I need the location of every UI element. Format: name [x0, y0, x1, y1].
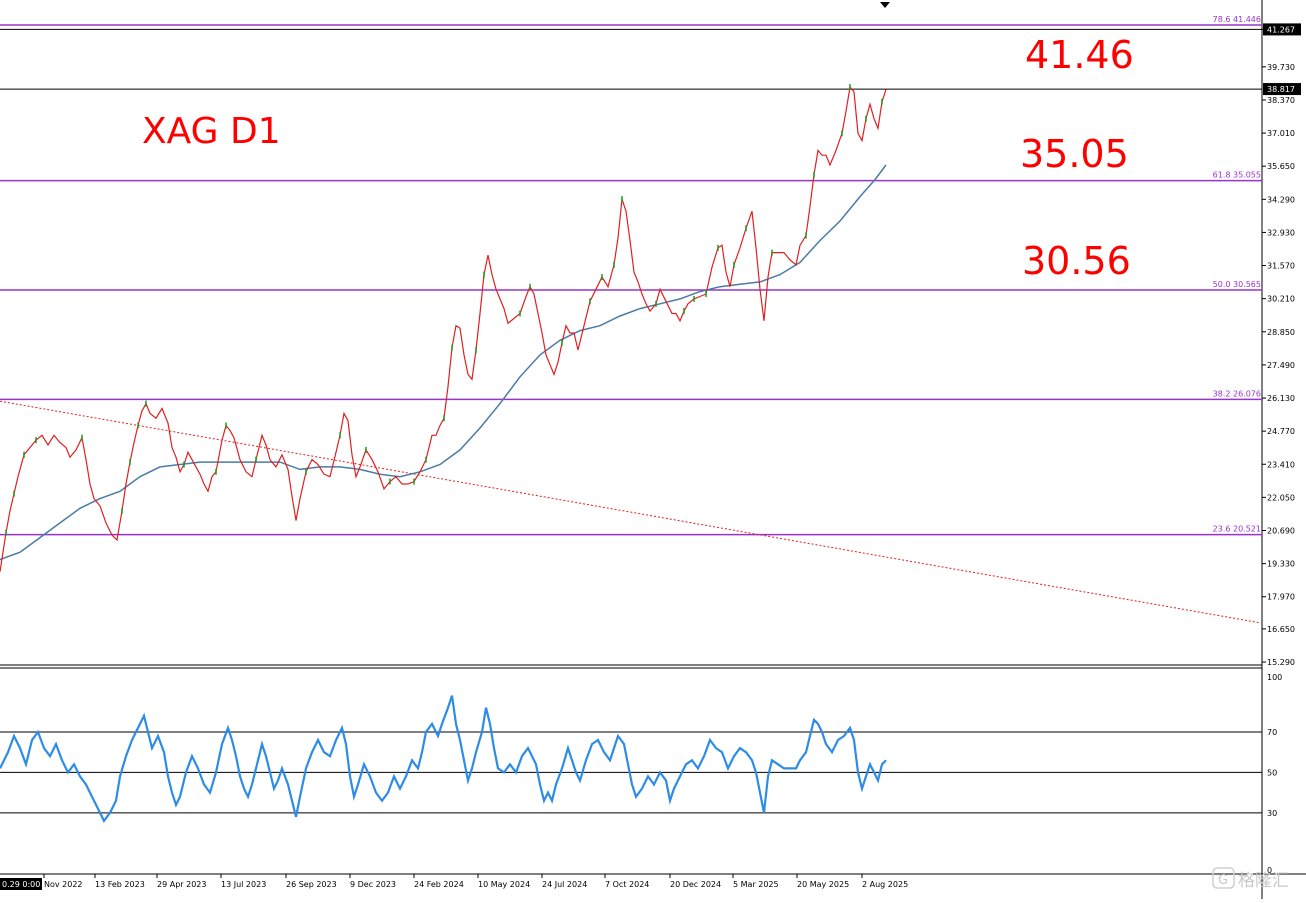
x-tick-label-9: 7 Oct 2024 [605, 880, 649, 889]
y-tick-label-5: 34.290 [1267, 195, 1295, 204]
x-tick-label-12: 20 May 2025 [797, 880, 849, 889]
osc-tick-label-2: 50 [1267, 768, 1277, 777]
x-tick-label-4: 26 Sep 2023 [286, 880, 337, 889]
x-tick-label-0: Nov 2022 [44, 880, 83, 889]
y-tick-label-10: 27.490 [1267, 361, 1295, 370]
annotation-41-46: 41.46 [1025, 33, 1134, 77]
y-tick-label-7: 31.570 [1267, 262, 1295, 271]
y-tick-label-19: 15.290 [1267, 658, 1295, 667]
y-tick-label-8: 30.210 [1267, 295, 1295, 304]
y-tick-label-15: 20.690 [1267, 526, 1295, 535]
svg-text:G: G [1218, 873, 1228, 888]
x-tick-label-3: 13 Jul 2023 [221, 880, 266, 889]
y-tick-label-4: 35.650 [1267, 162, 1295, 171]
y-tick-label-1: 39.730 [1267, 63, 1295, 72]
fib-label-1: 61.8 35.055 [1213, 171, 1261, 180]
current-price-tag: 38.817 [1267, 85, 1295, 94]
y-tick-label-13: 23.410 [1267, 460, 1295, 469]
y-tick-label-18: 16.650 [1267, 625, 1295, 634]
y-tick-label-11: 26.130 [1267, 394, 1295, 403]
y-tick-label-14: 22.050 [1267, 493, 1295, 502]
x-tick-label-6: 24 Feb 2024 [414, 880, 464, 889]
y-tick-label-17: 17.970 [1267, 593, 1295, 602]
chart-canvas[interactable]: 78.6 41.446 61.8 35.055 50.0 30.565 38.2 26… [0, 0, 1306, 899]
high-marker-tag: 41.267 [1267, 25, 1295, 34]
osc-tick-label-1: 70 [1267, 728, 1277, 737]
chart-title: XAG D1 [142, 111, 281, 152]
y-tick-label-6: 32.930 [1267, 228, 1295, 237]
osc-tick-label-3: 30 [1267, 809, 1277, 818]
annotation-30-56: 30.56 [1022, 239, 1131, 283]
y-tick-label-3: 37.010 [1267, 129, 1295, 138]
y-tick-label-9: 28.850 [1267, 328, 1295, 337]
x-tick-label-8: 24 Jul 2024 [542, 880, 587, 889]
x-tick-label-7: 10 May 2024 [478, 880, 530, 889]
x-tick-label-10: 20 Dec 2024 [670, 880, 721, 889]
x-tick-label-1: 13 Feb 2023 [95, 880, 145, 889]
fib-label-4: 23.6 20.521 [1213, 525, 1261, 534]
x-start-label: 0.29 0:00 [2, 880, 40, 889]
fib-label-3: 38.2 26.076 [1213, 389, 1261, 398]
x-tick-label-11: 5 Mar 2025 [733, 880, 779, 889]
fib-label-2: 50.0 30.565 [1213, 280, 1261, 289]
x-tick-label-2: 29 Apr 2023 [157, 880, 206, 889]
svg-text:格隆汇: 格隆汇 [1238, 871, 1289, 891]
x-tick-label-5: 9 Dec 2023 [350, 880, 396, 889]
y-tick-label-2: 38.370 [1267, 96, 1295, 105]
fib-label-0: 78.6 41.446 [1213, 15, 1261, 24]
y-tick-label-12: 24.770 [1267, 427, 1295, 436]
osc-tick-label-0: 100 [1267, 673, 1282, 682]
annotation-35-05: 35.05 [1020, 132, 1129, 176]
chart-window[interactable]: 78.6 41.446 61.8 35.055 50.0 30.565 38.2 26… [0, 0, 1306, 899]
y-tick-label-16: 19.330 [1267, 560, 1295, 569]
x-tick-label-13: 2 Aug 2025 [862, 880, 908, 889]
